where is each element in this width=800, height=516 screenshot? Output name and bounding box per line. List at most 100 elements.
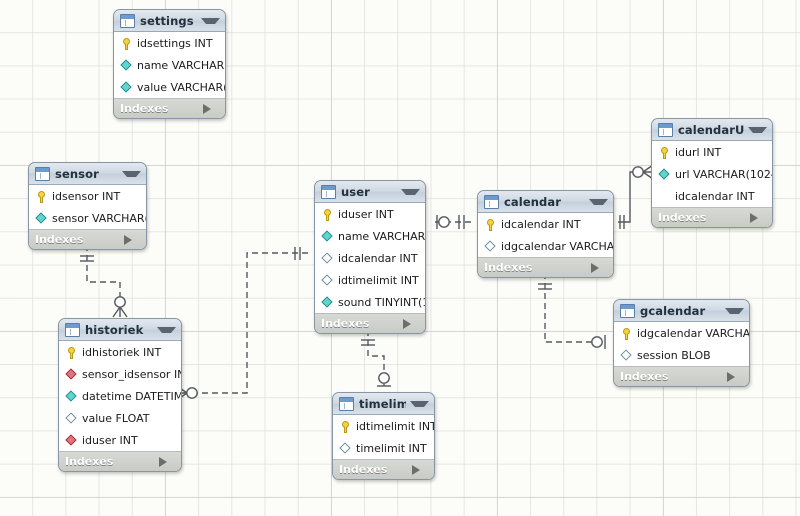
table-icon	[658, 122, 673, 137]
chevron-right-icon[interactable]	[124, 234, 140, 245]
indexes-section-gcalendar[interactable]: Indexes	[614, 367, 749, 386]
column-row[interactable]: name VARCHAR(45)	[114, 54, 225, 76]
table-header-settings[interactable]: settings	[114, 10, 225, 32]
column-list: idsettings INT name VARCHAR(45) value VARC…	[114, 32, 225, 99]
column-row[interactable]: session BLOB	[614, 344, 749, 366]
column-row[interactable]: idgcalendar VARCHAR(64)	[478, 235, 613, 257]
column-row[interactable]: iduser INT	[315, 203, 425, 225]
diamond-hollow-icon	[65, 412, 78, 425]
indexes-label: Indexes	[484, 261, 533, 274]
chevron-down-icon[interactable]	[401, 188, 420, 195]
chevron-down-icon[interactable]	[410, 400, 429, 407]
table-header-calendar[interactable]: calendar	[478, 191, 613, 213]
column-row[interactable]: idsettings INT	[114, 32, 225, 54]
chevron-right-icon[interactable]	[412, 464, 428, 475]
indexes-section-timelimit[interactable]: Indexes	[333, 460, 434, 479]
column-row[interactable]: sound TINYINT(1)	[315, 291, 425, 313]
table-timelimit[interactable]: timelimit idtimelimit INT timelimit INT Ind…	[332, 392, 435, 480]
diamond-filled-icon	[658, 168, 671, 181]
table-header-historiek[interactable]: historiek	[59, 319, 181, 341]
diamond-hollow-icon	[339, 442, 352, 455]
table-settings[interactable]: settings idsettings INT name VARCHAR(45) va…	[113, 9, 226, 119]
chevron-down-icon[interactable]	[201, 17, 220, 24]
chevron-down-icon[interactable]	[157, 326, 176, 333]
column-row[interactable]: value FLOAT	[59, 407, 181, 429]
column-label: idcalendar INT	[501, 217, 581, 231]
column-label: iduser INT	[338, 207, 394, 221]
indexes-label: Indexes	[620, 370, 669, 383]
chevron-down-icon[interactable]	[725, 307, 744, 314]
table-header-user[interactable]: user	[315, 181, 425, 203]
diamond-filled-icon	[321, 230, 334, 243]
table-icon	[65, 322, 80, 337]
column-label: idcalendar INT	[338, 251, 418, 265]
table-calendarURL[interactable]: calendarURL idurl INT url VARCHAR(1024) idc…	[651, 118, 773, 228]
table-header-timelimit[interactable]: timelimit	[333, 393, 434, 415]
chevron-down-icon[interactable]	[589, 198, 608, 205]
relation-calendar-gcalendar	[538, 273, 606, 349]
column-row[interactable]: idtimelimit INT	[315, 269, 425, 291]
column-row[interactable]: idgcalendar VARCHAR(64)	[614, 322, 749, 344]
column-row[interactable]: datetime DATETIME	[59, 385, 181, 407]
table-header-sensor[interactable]: sensor	[29, 163, 146, 185]
column-label: name VARCHAR(45)	[338, 229, 426, 243]
column-row[interactable]: idurl INT	[652, 141, 772, 163]
table-historiek[interactable]: historiek idhistoriek INT sensor_idsensor …	[58, 318, 182, 472]
chevron-right-icon[interactable]	[403, 318, 419, 329]
column-row[interactable]: idhistoriek INT	[59, 341, 181, 363]
column-row[interactable]: idcalendar INT	[478, 213, 613, 235]
indexes-section-calendar[interactable]: Indexes	[478, 258, 613, 277]
chevron-right-icon[interactable]	[727, 371, 743, 382]
table-icon	[339, 396, 354, 411]
column-label: iduser INT	[82, 433, 138, 447]
column-row[interactable]: idcalendar INT	[652, 185, 772, 207]
indexes-section-historiek[interactable]: Indexes	[59, 452, 181, 471]
table-icon	[484, 194, 499, 209]
relation-user-timelimit	[361, 330, 391, 387]
table-name-label: user	[341, 184, 370, 199]
eer-diagram-canvas[interactable]: settings idsettings INT name VARCHAR(45) va…	[0, 0, 800, 516]
table-sensor[interactable]: sensor idsensor INT sensor VARCHAR(45) Inde…	[28, 162, 147, 250]
table-icon	[620, 303, 635, 318]
table-header-gcalendar[interactable]: gcalendar	[614, 300, 749, 322]
indexes-section-settings[interactable]: Indexes	[114, 99, 225, 118]
relation-user-historiek	[176, 247, 308, 401]
column-label: value FLOAT	[82, 411, 150, 425]
chevron-down-icon[interactable]	[748, 126, 767, 133]
column-row[interactable]: sensor_idsensor INT	[59, 363, 181, 385]
column-row[interactable]: name VARCHAR(45)	[315, 225, 425, 247]
key-icon	[484, 218, 497, 231]
column-row[interactable]: idtimelimit INT	[333, 415, 434, 437]
column-row[interactable]: url VARCHAR(1024)	[652, 163, 772, 185]
column-label: name VARCHAR(45)	[137, 58, 225, 72]
chevron-right-icon[interactable]	[591, 262, 607, 273]
indexes-label: Indexes	[321, 317, 370, 330]
column-label: timelimit INT	[356, 441, 427, 455]
column-row[interactable]: idsensor INT	[29, 185, 146, 207]
column-row[interactable]: sensor VARCHAR(45)	[29, 207, 146, 229]
table-gcalendar[interactable]: gcalendar idgcalendar VARCHAR(64) session …	[613, 299, 750, 387]
indexes-section-sensor[interactable]: Indexes	[29, 230, 146, 249]
chevron-right-icon[interactable]	[203, 103, 219, 114]
column-row[interactable]: iduser INT	[59, 429, 181, 451]
chevron-right-icon[interactable]	[750, 212, 766, 223]
column-row[interactable]: idcalendar INT	[315, 247, 425, 269]
column-list: iduser INT name VARCHAR(45) idcalendar INT…	[315, 203, 425, 314]
indexes-label: Indexes	[658, 211, 707, 224]
column-label: idsettings INT	[137, 36, 213, 50]
indexes-section-user[interactable]: Indexes	[315, 314, 425, 333]
table-user[interactable]: user iduser INT name VARCHAR(45) idcalendar…	[314, 180, 426, 334]
column-label: idhistoriek INT	[82, 345, 162, 359]
diamond-filled-icon	[120, 81, 133, 94]
column-row[interactable]: timelimit INT	[333, 437, 434, 459]
table-calendar[interactable]: calendar idcalendar INT idgcalendar VARCHA…	[477, 190, 614, 278]
indexes-section-calendarURL[interactable]: Indexes	[652, 208, 772, 227]
column-row[interactable]: value VARCHAR(45)	[114, 76, 225, 98]
key-icon	[620, 327, 633, 340]
column-list: idgcalendar VARCHAR(64) session BLOB	[614, 322, 749, 367]
table-header-calendarURL[interactable]: calendarURL	[652, 119, 772, 141]
chevron-right-icon[interactable]	[159, 456, 175, 467]
column-label: value VARCHAR(45)	[137, 80, 226, 94]
chevron-down-icon[interactable]	[122, 170, 141, 177]
blank-icon	[658, 190, 671, 203]
